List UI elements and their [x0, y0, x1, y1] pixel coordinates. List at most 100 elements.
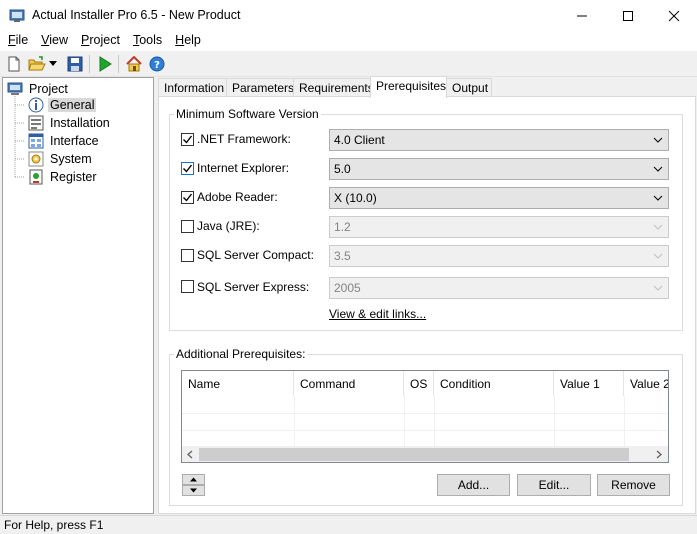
close-icon — [668, 10, 680, 21]
arrow-down-icon — [190, 488, 197, 493]
maximize-button[interactable] — [605, 0, 651, 31]
chevron-down-icon — [653, 137, 663, 143]
menu-tools[interactable]: Tools — [125, 31, 167, 51]
column-header-condition[interactable]: Condition — [434, 371, 554, 396]
grid-line — [554, 396, 555, 446]
tree-item-system[interactable]: System — [28, 150, 94, 168]
project-tree[interactable]: Project General Installation Interface S… — [2, 77, 154, 514]
chevron-down-icon — [653, 285, 663, 291]
tree-connector-lines — [14, 96, 25, 178]
tab-output[interactable]: Output — [446, 78, 492, 97]
tree-label: General — [48, 98, 97, 112]
svg-text:?: ? — [154, 60, 160, 71]
move-up-button[interactable] — [182, 474, 205, 485]
column-header-value1[interactable]: Value 1 — [554, 371, 624, 396]
column-header-command[interactable]: Command — [294, 371, 404, 396]
dotnet-checkbox[interactable] — [181, 133, 194, 146]
tree-item-general[interactable]: General — [28, 96, 97, 114]
column-header-value2[interactable]: Value 2 — [624, 371, 668, 396]
sql-compact-checkbox[interactable] — [181, 249, 194, 262]
sql-express-checkbox[interactable] — [181, 280, 194, 293]
status-text: For Help, press F1 — [4, 518, 104, 532]
additional-prereq-title: Additional Prerequisites: — [174, 347, 308, 361]
tree-label: Project — [29, 82, 68, 96]
chevron-down-icon — [653, 166, 663, 172]
status-bar: For Help, press F1 — [0, 515, 697, 534]
minimize-icon — [577, 15, 587, 16]
column-header-name[interactable]: Name — [182, 371, 294, 396]
scroll-left-icon — [187, 450, 193, 459]
tab-parameters[interactable]: Parameters — [226, 78, 294, 97]
ie-label: Internet Explorer: — [197, 161, 290, 175]
register-icon — [28, 169, 44, 185]
java-checkbox[interactable] — [181, 220, 194, 233]
dropdown-arrow-icon — [49, 61, 57, 66]
open-button[interactable] — [28, 55, 46, 73]
dotnet-version-select[interactable]: 4.0 Client — [329, 129, 669, 151]
java-label: Java (JRE): — [197, 219, 260, 233]
menu-file[interactable]: File — [0, 31, 33, 51]
view-edit-links[interactable]: View & edit links... — [329, 307, 426, 321]
min-software-title: Minimum Software Version — [174, 107, 321, 121]
system-icon — [28, 151, 44, 167]
grid-line — [182, 413, 668, 414]
tree-item-interface[interactable]: Interface — [28, 132, 101, 150]
tree-item-register[interactable]: Register — [28, 168, 99, 186]
installation-icon — [28, 115, 44, 131]
chevron-down-icon — [653, 195, 663, 201]
toolbar-separator — [118, 55, 119, 73]
ie-version-select[interactable]: 5.0 — [329, 158, 669, 180]
info-icon — [28, 97, 44, 113]
tree-label: Interface — [50, 134, 99, 148]
menu-project[interactable]: Project — [73, 31, 125, 51]
menu-view[interactable]: View — [33, 31, 73, 51]
column-header-os[interactable]: OS — [404, 371, 434, 396]
move-down-button[interactable] — [182, 485, 205, 496]
home-button[interactable] — [125, 55, 143, 73]
horizontal-scrollbar[interactable] — [182, 446, 668, 462]
prerequisites-list[interactable]: Name Command OS Condition Value 1 Value … — [181, 370, 669, 463]
checkmark-icon — [183, 135, 193, 144]
remove-button[interactable]: Remove — [597, 474, 670, 496]
tab-prerequisites[interactable]: Prerequisites — [370, 76, 447, 98]
adobe-version-select[interactable]: X (10.0) — [329, 187, 669, 209]
open-folder-icon — [28, 56, 46, 71]
new-file-button[interactable] — [5, 55, 23, 73]
scrollbar-thumb[interactable] — [199, 448, 629, 461]
grid-line — [624, 396, 625, 446]
checkmark-icon — [183, 164, 193, 173]
help-icon: ? — [149, 56, 165, 72]
close-button[interactable] — [651, 0, 697, 31]
open-dropdown-button[interactable] — [48, 55, 58, 73]
dotnet-label: .NET Framework: — [197, 132, 291, 146]
edit-button[interactable]: Edit... — [517, 474, 591, 496]
toolbar: ? — [0, 51, 697, 77]
run-button[interactable] — [96, 55, 114, 73]
ie-checkbox[interactable] — [181, 162, 194, 175]
tab-information[interactable]: Information — [158, 78, 227, 97]
maximize-icon — [623, 10, 633, 21]
chevron-down-icon — [653, 253, 663, 259]
chevron-down-icon — [653, 224, 663, 230]
tab-requirements[interactable]: Requirements — [293, 78, 374, 97]
grid-line — [434, 396, 435, 446]
tree-label: Register — [50, 170, 97, 184]
sql-express-version-select[interactable]: 2005 — [329, 277, 669, 299]
minimize-button[interactable] — [559, 0, 605, 31]
add-button[interactable]: Add... — [437, 474, 510, 496]
menu-help[interactable]: Help — [167, 31, 206, 51]
grid-line — [294, 396, 295, 446]
save-button[interactable] — [66, 55, 84, 73]
app-icon — [9, 7, 25, 23]
help-button[interactable]: ? — [148, 55, 166, 73]
menu-bar: File View Project Tools Help — [0, 31, 697, 51]
sql-compact-version-select[interactable]: 3.5 — [329, 245, 669, 267]
adobe-checkbox[interactable] — [181, 191, 194, 204]
sql-compact-label: SQL Server Compact: — [197, 248, 314, 262]
tree-item-installation[interactable]: Installation — [28, 114, 112, 132]
window-title: Actual Installer Pro 6.5 - New Product — [32, 8, 241, 22]
computer-icon — [7, 81, 23, 97]
tree-label: Installation — [50, 116, 110, 130]
java-version-select[interactable]: 1.2 — [329, 216, 669, 238]
title-bar[interactable]: Actual Installer Pro 6.5 - New Product — [0, 0, 697, 31]
